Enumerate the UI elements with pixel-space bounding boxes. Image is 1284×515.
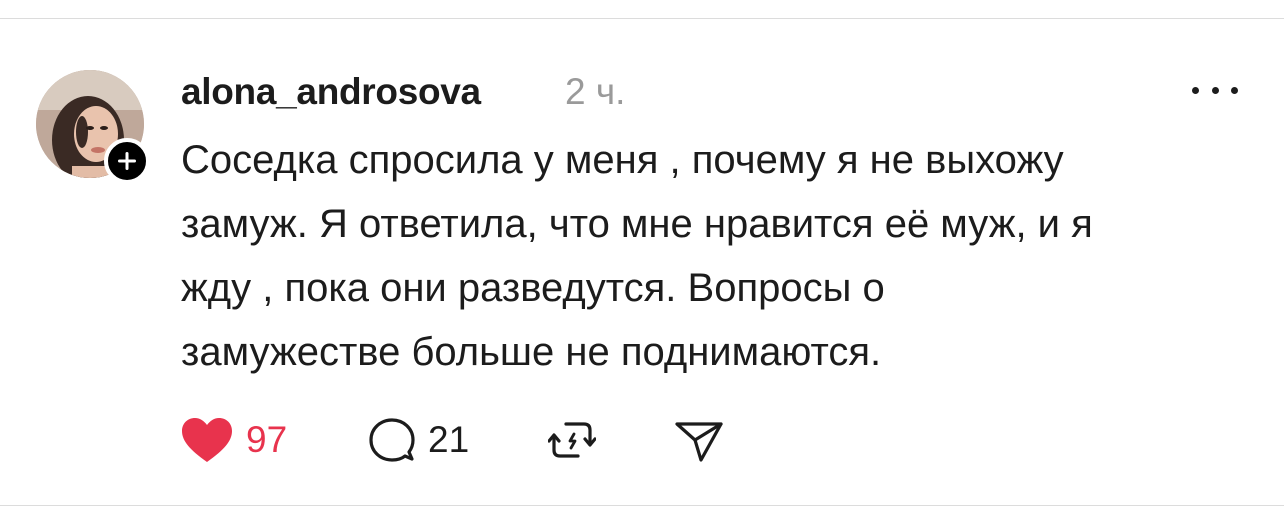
timestamp: 2 ч. xyxy=(565,71,626,112)
plus-icon xyxy=(118,152,136,170)
comment-count: 21 xyxy=(428,419,470,460)
username[interactable]: alona_androsova xyxy=(181,66,481,118)
like-count: 97 xyxy=(246,419,288,460)
top-divider xyxy=(0,18,1284,19)
comment-bubble-icon xyxy=(369,418,415,462)
heart-icon xyxy=(182,418,232,462)
repost-button[interactable] xyxy=(548,414,596,466)
send-icon xyxy=(675,422,723,462)
post-text-line: жду , пока они разведутся. Вопросы о xyxy=(181,266,885,310)
repost-icon xyxy=(548,422,596,458)
comment-button[interactable]: 21 xyxy=(368,414,469,466)
more-dot xyxy=(1231,86,1238,94)
share-button[interactable] xyxy=(674,414,724,466)
more-dots-icon xyxy=(1192,86,1199,94)
post-text: Соседка спросила у меня , почему я не вы… xyxy=(181,128,1261,384)
post-text-line: замуж. Я ответила, что мне нравится её м… xyxy=(181,202,1093,246)
post-text-line: Соседка спросила у меня , почему я не вы… xyxy=(181,138,1064,182)
more-dot xyxy=(1211,86,1219,94)
more-button[interactable] xyxy=(1192,78,1238,102)
post-text-line: замужестве больше не поднимаются. xyxy=(181,330,882,374)
bottom-divider xyxy=(0,505,1284,506)
thread-post: alona_androsova 2 ч. Соседка спросила у … xyxy=(0,0,1284,515)
like-button[interactable]: 97 xyxy=(180,414,287,466)
follow-button[interactable] xyxy=(104,138,150,184)
